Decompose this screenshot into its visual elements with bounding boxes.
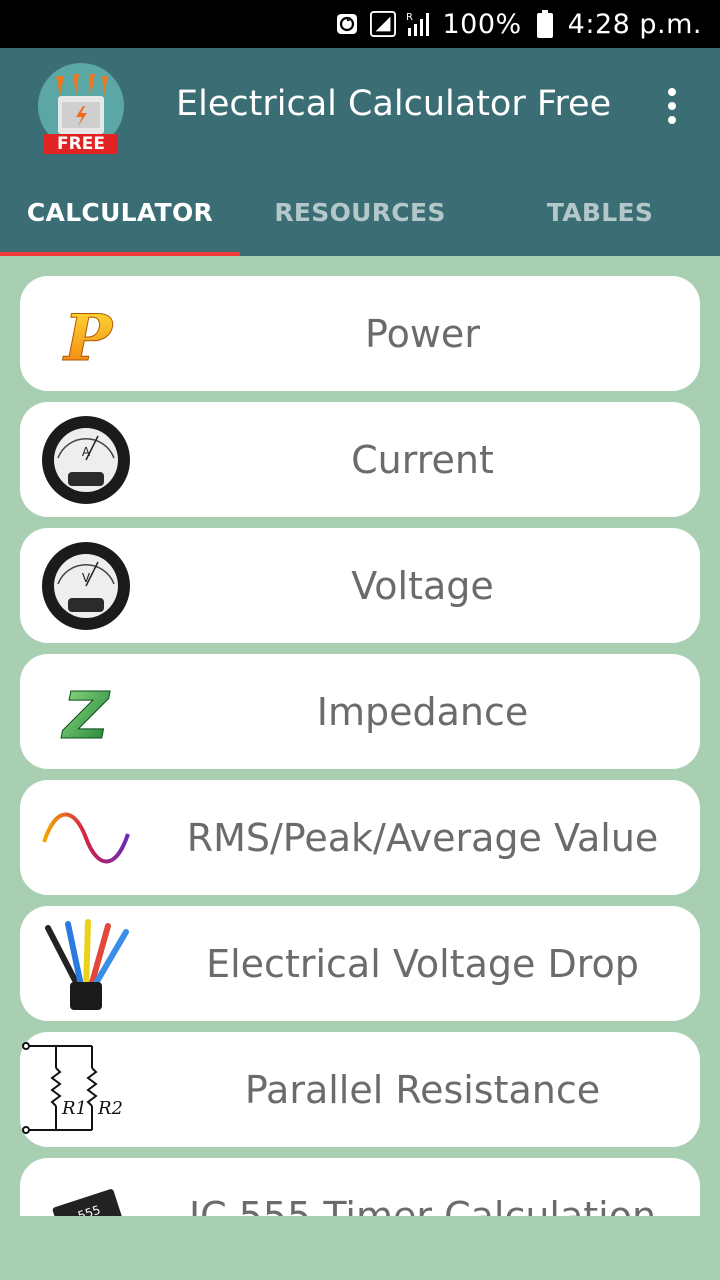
tab-calculator[interactable]: CALCULATOR [0, 168, 240, 256]
more-vert-icon[interactable] [652, 82, 692, 130]
impedance-z-icon: Z [40, 666, 132, 758]
bottom-area [0, 1216, 720, 1280]
parallel-resistors-icon: R1 R2 [22, 1042, 132, 1136]
list-item-voltage[interactable]: V Voltage [20, 528, 700, 643]
calculator-list: P Power A Current V Voltage Z Impedance … [20, 276, 700, 1216]
logo-badge-text: FREE [57, 134, 105, 154]
status-bar: R 100% 4:28 p.m. [0, 0, 720, 48]
list-item-power[interactable]: P Power [20, 276, 700, 391]
battery-percent: 100% [442, 8, 522, 40]
tab-bar: CALCULATOR RESOURCES TABLES [0, 168, 720, 256]
list-item-impedance[interactable]: Z Impedance [20, 654, 700, 769]
list-item-label: Voltage [351, 563, 494, 608]
sync-icon [334, 11, 360, 37]
app-bar: FREE Electrical Calculator Free CALCULAT… [0, 48, 720, 256]
tab-resources[interactable]: RESOURCES [240, 168, 480, 256]
tab-tables[interactable]: TABLES [480, 168, 720, 256]
list-item-label: Current [351, 437, 494, 482]
list-item-voltage-drop[interactable]: Electrical Voltage Drop [20, 906, 700, 1021]
svg-text:Z: Z [61, 680, 111, 754]
app-title: Electrical Calculator Free [176, 84, 612, 124]
power-p-icon: P [40, 288, 132, 380]
cable-wires-icon [40, 918, 132, 1010]
list-item-ic-555[interactable]: 555 IC 555 Timer Calculation [20, 1158, 700, 1216]
app-logo-icon: FREE [36, 62, 126, 154]
list-item-label: IC 555 Timer Calculation [188, 1193, 657, 1217]
ammeter-letter: A [82, 445, 91, 459]
svg-text:P: P [62, 301, 114, 376]
voltmeter-icon: V [40, 540, 132, 632]
ic-555-chip-icon: 555 [40, 1170, 132, 1216]
list-item-label: Power [365, 311, 480, 356]
list-item-parallel-resistance[interactable]: R1 R2 Parallel Resistance [20, 1032, 700, 1147]
svg-text:R: R [406, 12, 413, 23]
r2-label: R2 [97, 1098, 123, 1119]
list-item-label: Impedance [316, 689, 529, 734]
roaming-signal-icon: R [406, 11, 432, 37]
clock: 4:28 p.m. [567, 8, 702, 40]
list-item-label: Electrical Voltage Drop [206, 941, 639, 986]
battery-icon [532, 10, 558, 38]
list-item-label: RMS/Peak/Average Value [186, 815, 659, 860]
sine-wave-icon [40, 792, 132, 884]
r1-label: R1 [61, 1098, 87, 1119]
list-item-rms-peak-average[interactable]: RMS/Peak/Average Value [20, 780, 700, 895]
ammeter-icon: A [40, 414, 132, 506]
list-item-label: Parallel Resistance [244, 1067, 601, 1112]
sim-signal-icon [370, 10, 397, 37]
list-item-current[interactable]: A Current [20, 402, 700, 517]
voltmeter-letter: V [82, 571, 91, 585]
